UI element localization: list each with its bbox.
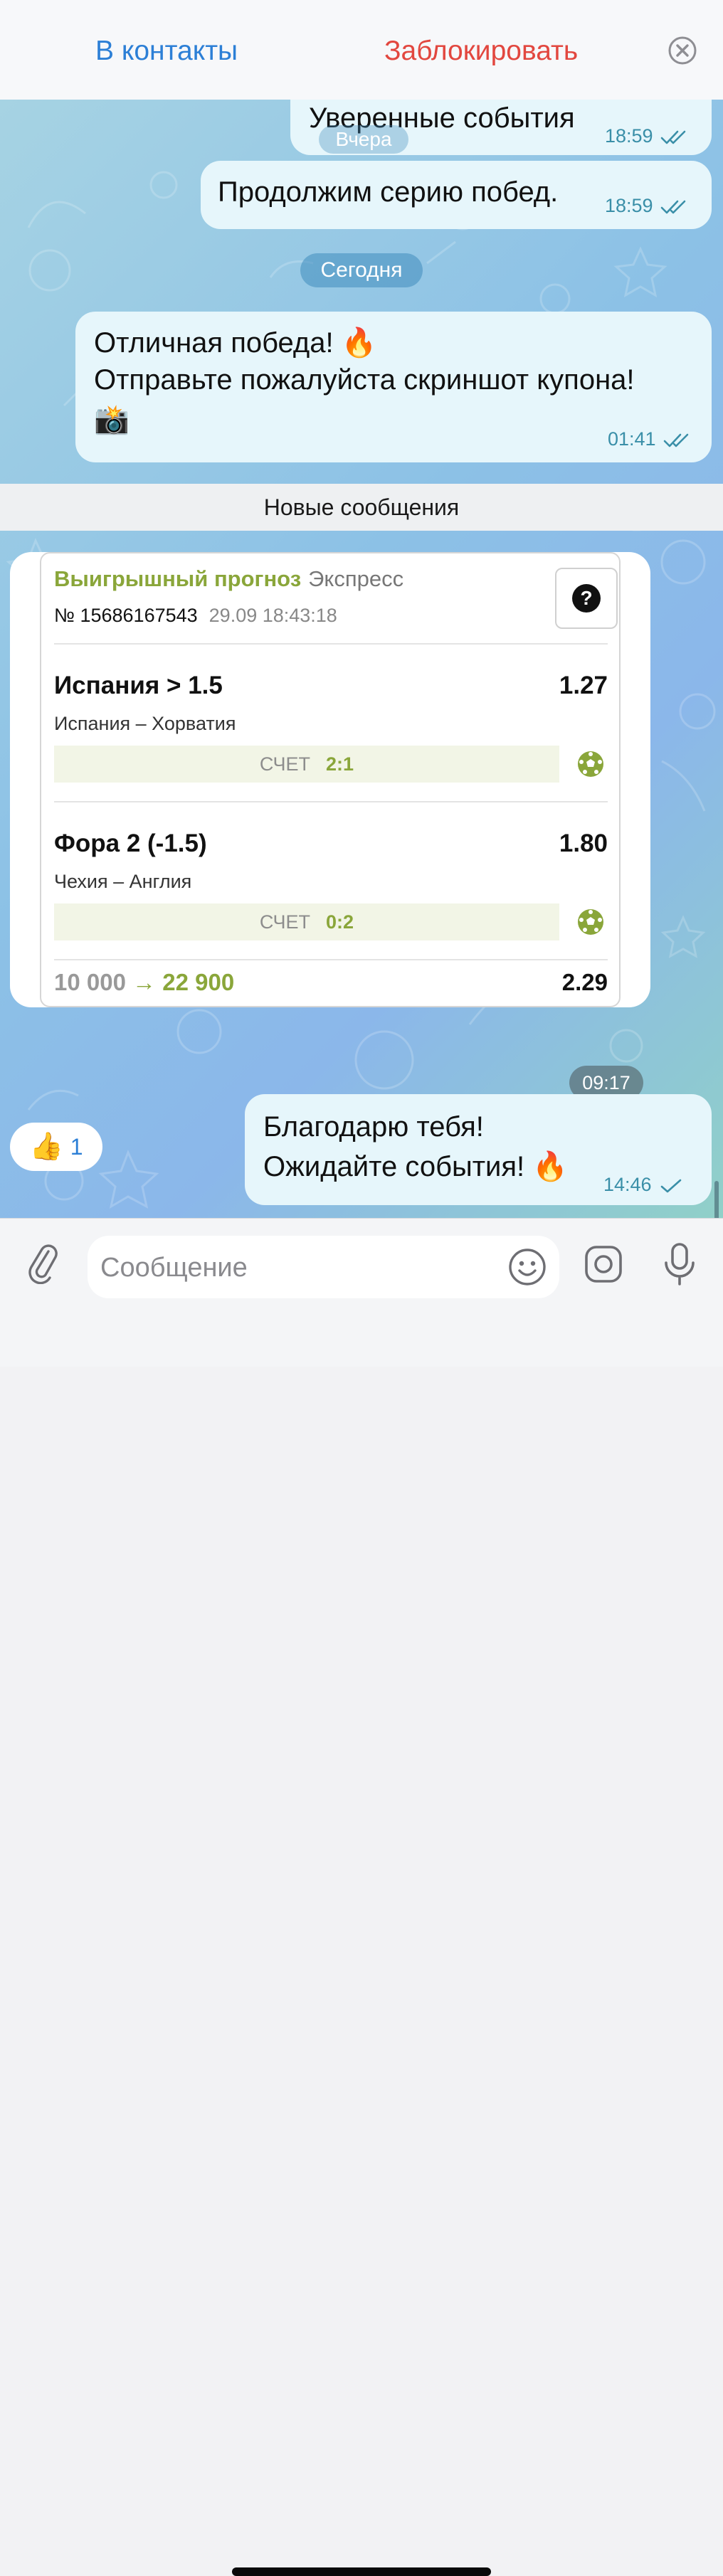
message-time: 18:59 <box>605 125 653 147</box>
coupon-total: 10 000 → 22 900 <box>54 969 234 996</box>
arrow-icon: → <box>132 969 157 995</box>
bet-teams: Испания – Хорватия <box>54 713 236 734</box>
bet-odds: 1.80 <box>559 829 608 857</box>
score-value: 2:1 <box>326 753 354 775</box>
message-time: 18:59 <box>605 195 653 216</box>
block-user-button[interactable]: Заблокировать <box>384 36 578 67</box>
bet-pick: Фора 2 (-1.5) <box>54 829 207 857</box>
coupon-datetime: 29.09 18:43:18 <box>209 605 337 626</box>
date-separator-yesterday: Вчера <box>319 125 408 154</box>
bet-score: СЧЕТ 2:1 <box>54 746 559 783</box>
incoming-photo-message[interactable]: Выигрышный прогноз Экспресс № 15686167543… <box>10 552 650 1007</box>
emoji-icon[interactable] <box>507 1247 547 1287</box>
message-text-line: Ожидайте события! 🔥 <box>263 1151 569 1182</box>
coupon-brand-name: Выигрышный прогноз <box>54 566 302 591</box>
paperclip-icon[interactable] <box>27 1241 58 1284</box>
score-label: СЧЕТ <box>259 753 311 775</box>
message-text-line: Отправьте пожалуйста скриншот купона! <box>94 364 635 396</box>
message-meta: 18:59 <box>605 195 689 217</box>
message-text: Продолжим серию побед. <box>218 176 559 208</box>
reaction-badge[interactable]: 👍 1 <box>10 1123 102 1171</box>
close-icon[interactable] <box>667 35 698 66</box>
score-value: 0:2 <box>326 911 354 933</box>
bet-coupon-screenshot: Выигрышный прогноз Экспресс № 15686167543… <box>40 552 621 1007</box>
message-text-line: 📸 <box>94 404 130 435</box>
message-composer <box>0 1218 723 2576</box>
thumbs-up-icon: 👍 <box>29 1132 63 1162</box>
check-icon <box>660 1179 681 1193</box>
bet-teams: Чехия – Англия <box>54 871 192 892</box>
message-text-line: Благодарю тебя! <box>263 1111 484 1143</box>
message-meta: 18:59 <box>605 125 689 147</box>
outgoing-message[interactable]: Благодарю тебя! Ожидайте события! 🔥 14:4… <box>245 1094 712 1205</box>
chat-history[interactable]: Уверенные события 18:59 Вчера Продолжим … <box>0 100 723 1218</box>
date-separator-today: Сегодня <box>300 253 423 287</box>
bet-pick: Испания > 1.5 <box>54 672 223 699</box>
home-indicator <box>232 2567 491 2576</box>
microphone-icon[interactable] <box>662 1241 697 1287</box>
coupon-brand: Выигрышный прогноз Экспресс <box>54 566 403 592</box>
coupon-stake: 10 000 <box>54 969 126 995</box>
chat-action-bar: В контакты Заблокировать <box>0 0 723 100</box>
outgoing-message[interactable]: Продолжим серию побед. 18:59 <box>201 161 712 229</box>
coupon-id: № 15686167543 <box>54 605 198 626</box>
message-time: 14:46 <box>603 1174 652 1195</box>
outgoing-message[interactable]: Отличная победа! 🔥 Отправьте пожалуйста … <box>75 312 712 462</box>
football-icon <box>578 751 603 777</box>
double-check-icon <box>663 433 688 447</box>
coupon-bet-type: Экспресс <box>308 566 404 591</box>
coupon-payout: 22 900 <box>162 969 235 995</box>
divider <box>54 801 608 802</box>
score-label: СЧЕТ <box>259 911 311 933</box>
sticker-icon[interactable] <box>584 1244 623 1284</box>
message-text-line: Отличная победа! 🔥 <box>94 327 377 359</box>
help-symbol: ? <box>572 584 601 613</box>
coupon-total-odds: 2.29 <box>561 969 608 995</box>
divider <box>54 643 608 645</box>
message-input[interactable] <box>99 1246 500 1290</box>
double-check-icon <box>660 130 685 144</box>
bet-odds: 1.27 <box>559 672 608 699</box>
message-time: 01:41 <box>608 428 656 450</box>
message-meta: 01:41 <box>608 428 692 450</box>
message-input-field[interactable] <box>88 1236 559 1298</box>
message-meta: 14:46 <box>603 1174 683 1196</box>
scrollbar[interactable] <box>714 1181 719 1218</box>
bet-score: СЧЕТ 0:2 <box>54 903 559 940</box>
divider <box>54 959 608 960</box>
football-icon <box>578 909 603 935</box>
reaction-count: 1 <box>70 1133 83 1160</box>
double-check-icon <box>660 200 685 214</box>
help-icon: ? <box>555 568 618 629</box>
coupon-number: № 15686167543 29.09 18:43:18 <box>54 605 337 627</box>
new-messages-divider: Новые сообщения <box>0 484 723 531</box>
add-to-contacts-button[interactable]: В контакты <box>95 36 238 67</box>
